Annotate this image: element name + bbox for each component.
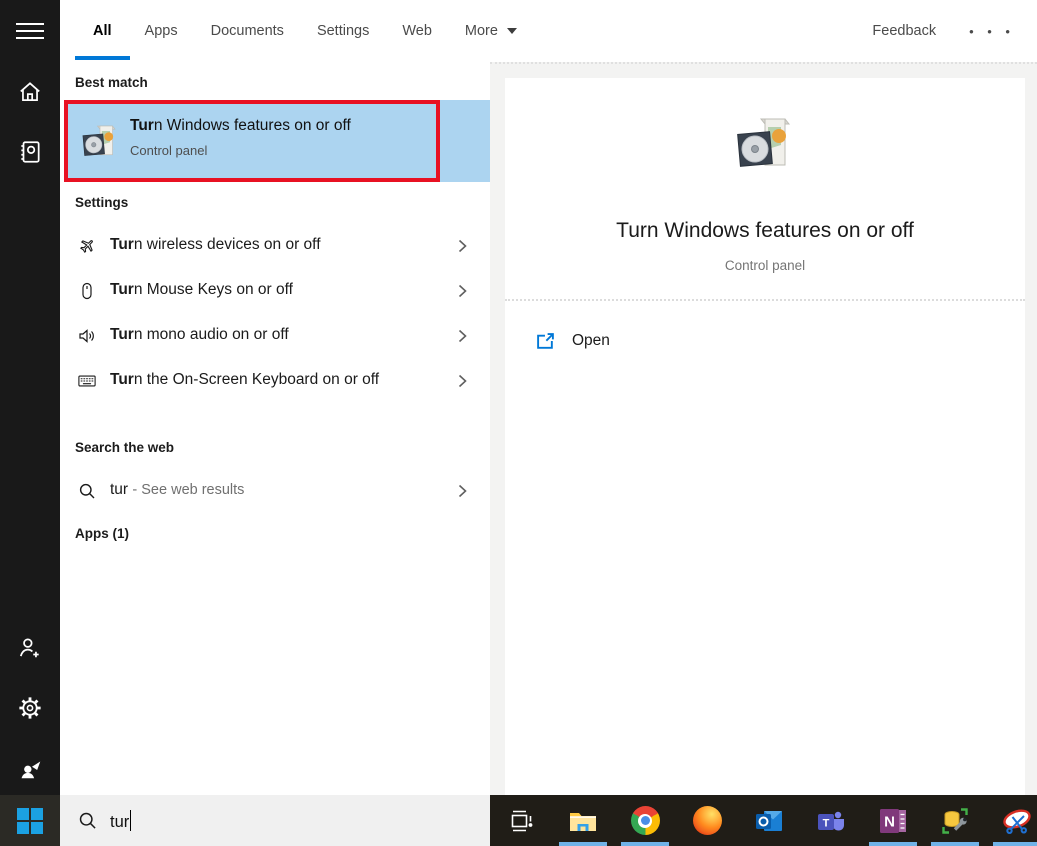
windows-features-icon-large bbox=[733, 111, 797, 175]
result-turn-onscreen-keyboard[interactable]: Turn the On-Screen Keyboard on or off bbox=[60, 358, 490, 403]
database-tool-button[interactable] bbox=[924, 795, 986, 846]
preview-panel: Turn Windows features on or off Control … bbox=[490, 62, 1037, 797]
settings-gear-icon[interactable] bbox=[0, 688, 60, 728]
apps-section-header: Apps (1) bbox=[75, 526, 129, 541]
best-match-subtitle: Control panel bbox=[130, 143, 208, 158]
chevron-down-icon bbox=[506, 28, 517, 34]
chevron-right-icon bbox=[456, 373, 468, 389]
best-match-title: Turn Windows features on or off bbox=[130, 117, 351, 134]
start-button[interactable] bbox=[0, 795, 60, 846]
windows-logo-icon bbox=[17, 807, 43, 834]
result-turn-mono-audio[interactable]: Turn mono audio on or off bbox=[60, 313, 490, 358]
result-see-web-results[interactable]: tur - See web results bbox=[60, 468, 490, 513]
teams-button[interactable]: T bbox=[800, 795, 862, 846]
tab-web[interactable]: Web bbox=[402, 0, 432, 62]
outlook-icon bbox=[756, 810, 782, 831]
open-action[interactable]: Open bbox=[505, 321, 1025, 361]
windows-search-flyout: All Apps Documents Settings Web More Fee… bbox=[0, 0, 1037, 846]
mouse-icon bbox=[78, 282, 96, 300]
result-turn-mouse-keys[interactable]: Turn Mouse Keys on or off bbox=[60, 268, 490, 313]
search-filter-tabs: All Apps Documents Settings Web More Fee… bbox=[60, 0, 1037, 62]
file-explorer-button[interactable] bbox=[552, 795, 614, 846]
settings-section-header: Settings bbox=[75, 195, 129, 210]
best-match-header: Best match bbox=[75, 75, 148, 90]
teams-icon: T bbox=[818, 811, 844, 830]
snipping-tool-button[interactable] bbox=[986, 795, 1037, 846]
result-turn-wireless-devices[interactable]: Turn wireless devices on or off bbox=[60, 223, 490, 268]
text-caret bbox=[130, 809, 132, 831]
search-web-section-header: Search the web bbox=[75, 440, 175, 455]
windows-features-icon bbox=[80, 121, 120, 161]
hamburger-menu-icon[interactable] bbox=[0, 11, 60, 51]
tab-more[interactable]: More bbox=[465, 0, 517, 62]
preview-title: Turn Windows features on or off bbox=[616, 219, 914, 242]
airplane-icon bbox=[78, 237, 96, 255]
firefox-button[interactable] bbox=[676, 795, 738, 846]
chrome-icon bbox=[630, 806, 660, 835]
task-view-button[interactable] bbox=[490, 795, 552, 846]
chevron-right-icon bbox=[456, 238, 468, 254]
best-match-result[interactable]: Turn Windows features on or off Control … bbox=[64, 100, 490, 182]
search-icon bbox=[78, 482, 96, 500]
left-rail bbox=[0, 0, 60, 795]
open-label: Open bbox=[572, 332, 610, 349]
search-results-panel: Best match Turn Windows features on or o… bbox=[60, 62, 490, 795]
feedback-button[interactable]: Feedback bbox=[872, 23, 936, 39]
file-explorer-icon bbox=[570, 812, 596, 831]
search-input[interactable]: tur bbox=[60, 795, 490, 846]
tab-settings[interactable]: Settings bbox=[317, 0, 369, 62]
chevron-right-icon bbox=[456, 328, 468, 344]
preview-subtitle: Control panel bbox=[724, 258, 806, 273]
search-query-text: tur bbox=[110, 809, 132, 832]
task-view-icon bbox=[511, 810, 533, 831]
onenote-icon: N bbox=[880, 808, 906, 833]
onenote-button[interactable]: N bbox=[862, 795, 924, 846]
journal-icon[interactable] bbox=[0, 132, 60, 172]
feedback-person-icon[interactable] bbox=[0, 748, 60, 788]
open-external-icon bbox=[536, 332, 555, 351]
tab-all[interactable]: All bbox=[75, 0, 129, 62]
outlook-button[interactable] bbox=[738, 795, 800, 846]
speaker-icon bbox=[78, 327, 96, 345]
add-person-icon[interactable] bbox=[0, 628, 60, 668]
divider bbox=[505, 299, 1025, 301]
taskbar: T N bbox=[490, 795, 1037, 846]
snipping-tool-icon bbox=[1003, 808, 1031, 834]
keyboard-icon bbox=[78, 372, 96, 390]
firefox-icon bbox=[692, 806, 722, 835]
database-tool-icon bbox=[942, 807, 968, 834]
preview-card: Turn Windows features on or off Control … bbox=[505, 78, 1025, 797]
tab-documents[interactable]: Documents bbox=[211, 0, 284, 62]
chevron-right-icon bbox=[456, 483, 468, 499]
svg-text:T: T bbox=[823, 817, 830, 829]
home-icon[interactable] bbox=[0, 72, 60, 112]
tab-apps[interactable]: Apps bbox=[145, 0, 178, 62]
svg-text:N: N bbox=[884, 813, 895, 830]
search-icon bbox=[78, 811, 97, 830]
chevron-right-icon bbox=[456, 283, 468, 299]
chrome-button[interactable] bbox=[614, 795, 676, 846]
more-options-icon[interactable]: • • • bbox=[969, 24, 1015, 39]
